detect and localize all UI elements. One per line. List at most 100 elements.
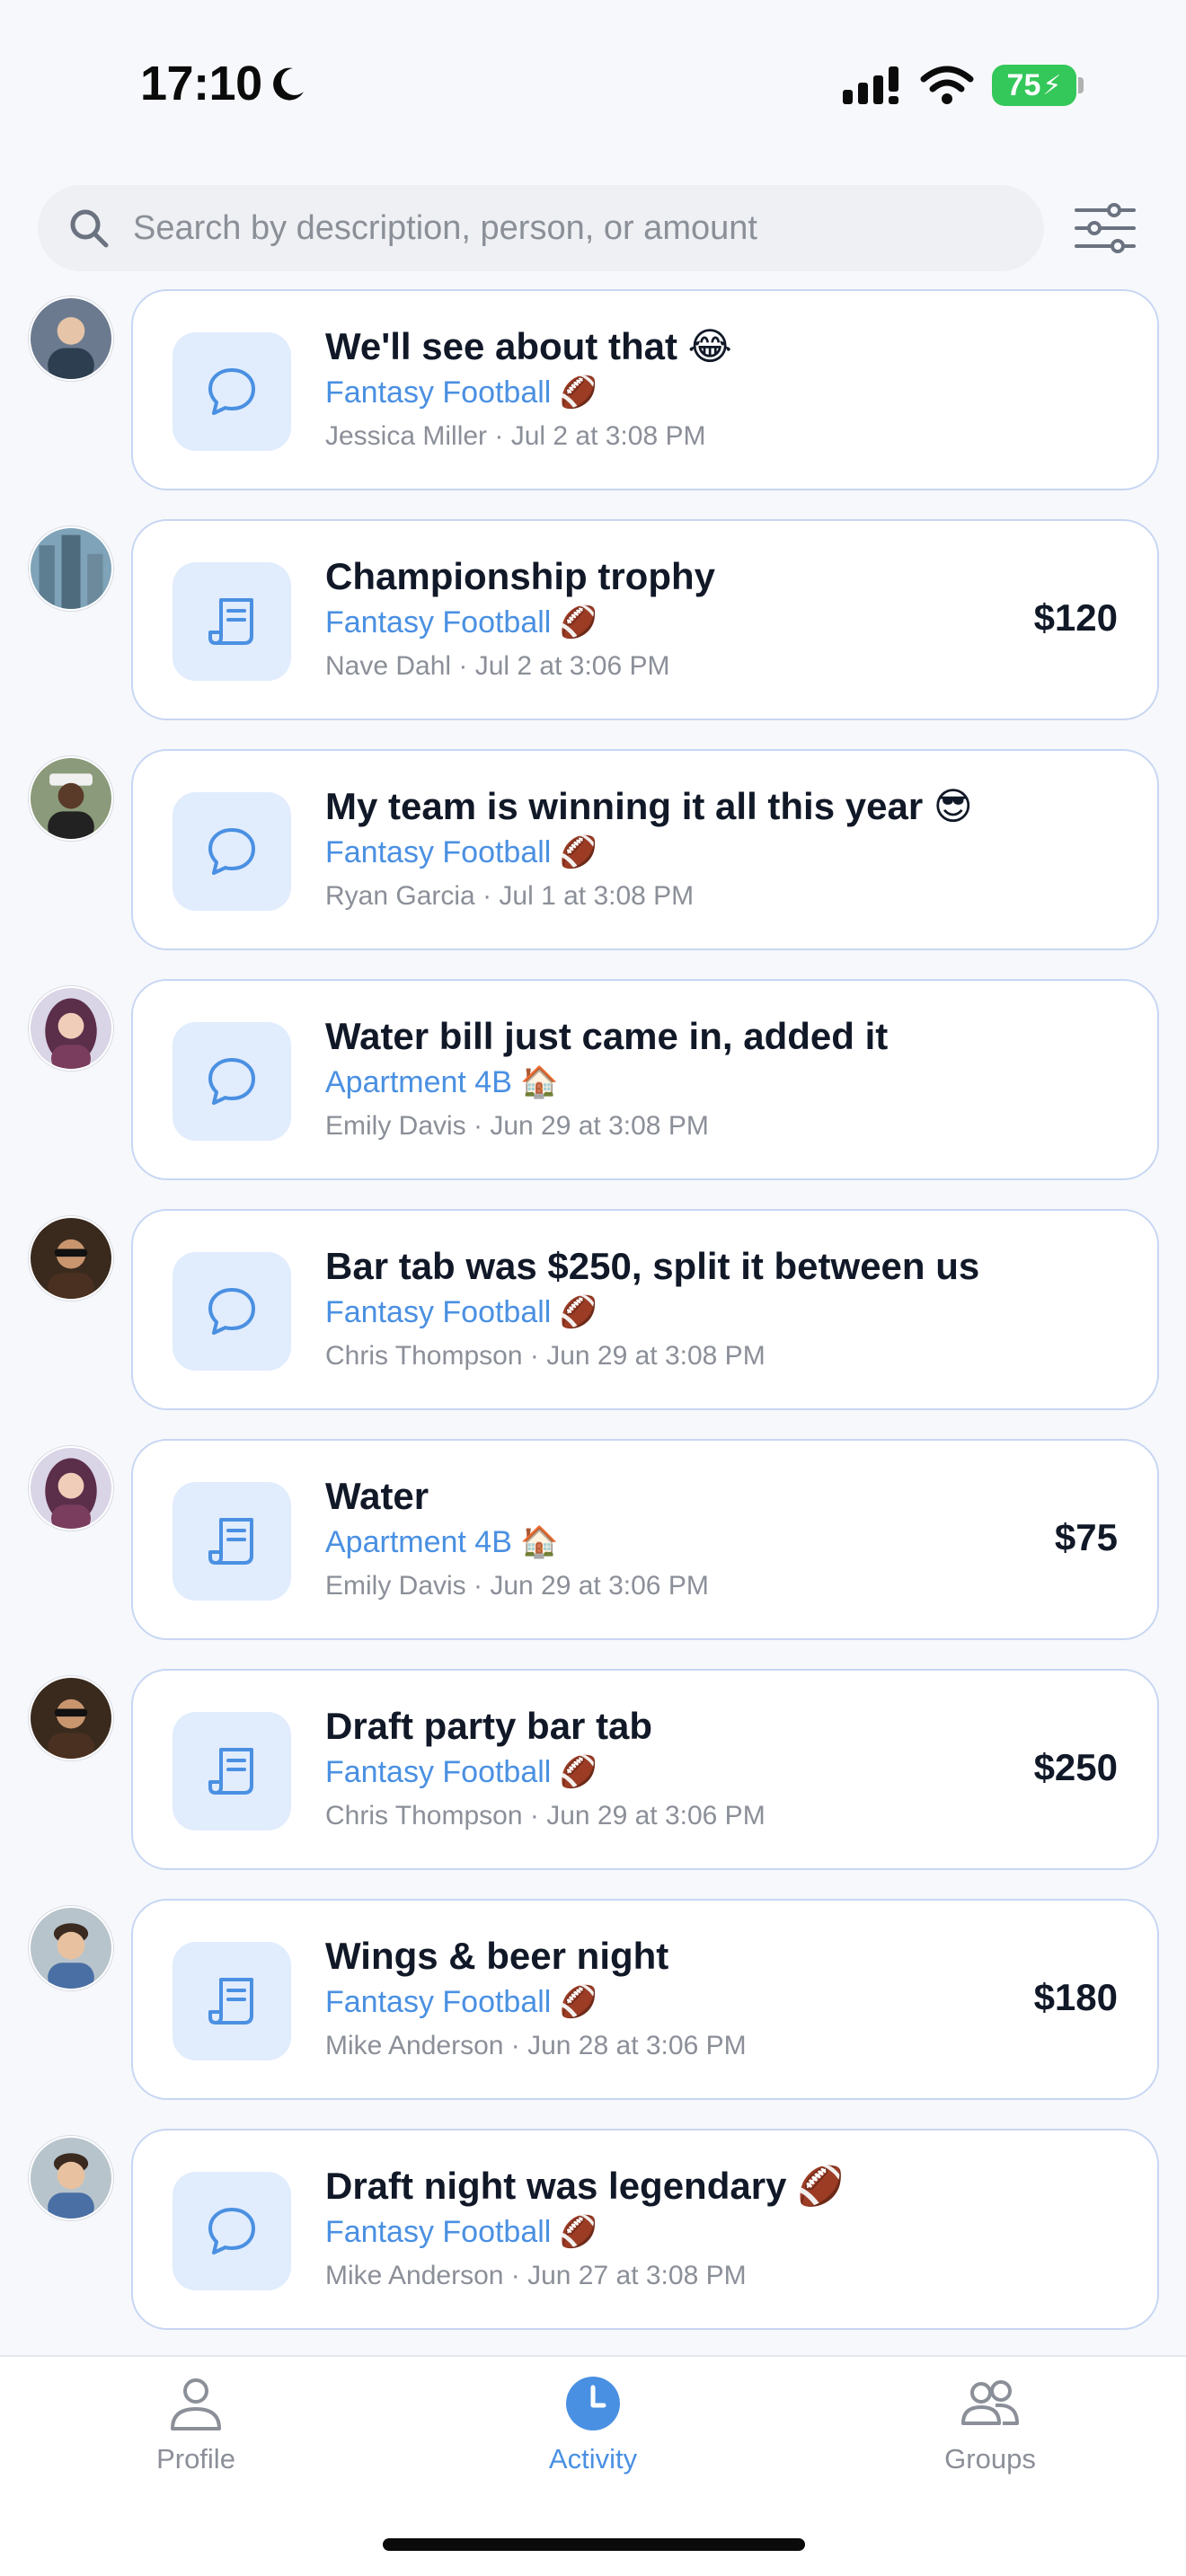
activity-type-icon-box xyxy=(173,2172,291,2290)
activity-row: Bar tab was $250, split it between us Fa… xyxy=(0,1209,1186,1439)
tab-label: Groups xyxy=(944,2443,1036,2475)
group-link[interactable]: Fantasy Football 🏈 xyxy=(325,2211,960,2253)
activity-type-icon-box xyxy=(173,1252,291,1371)
activity-meta: Chris Thompson · Jun 29 at 3:08 PM xyxy=(325,1341,766,1371)
activity-title: We'll see about that 😂 xyxy=(325,325,732,367)
avatar xyxy=(29,296,113,381)
chat-bubble-icon xyxy=(208,368,255,415)
activity-amount: $75 xyxy=(1054,1516,1118,1558)
moon-icon xyxy=(273,67,304,101)
activity-card[interactable]: Wings & beer night Fantasy Football 🏈 Mi… xyxy=(131,1899,1159,2100)
activity-card[interactable]: Water Apartment 4B 🏠 Emily Davis · Jun 2… xyxy=(131,1439,1159,1640)
battery-indicator: 75 ⚡ xyxy=(992,65,1076,106)
group-link[interactable]: Fantasy Football 🏈 xyxy=(325,1751,960,1793)
activity-title: Draft party bar tab xyxy=(325,1705,653,1747)
activity-title: My team is winning it all this year 😎 xyxy=(325,785,973,827)
battery-level: 75 xyxy=(1006,67,1041,102)
group-link[interactable]: Fantasy Football 🏈 xyxy=(325,1981,960,2023)
avatar xyxy=(29,526,113,611)
group-link[interactable]: Fantasy Football 🏈 xyxy=(325,1292,960,1333)
activity-type-icon-box xyxy=(173,1712,291,1831)
search-icon xyxy=(70,209,109,248)
activity-title: Bar tab was $250, split it between us xyxy=(325,1245,980,1287)
activity-type-icon-box xyxy=(173,1942,291,2060)
group-link[interactable]: Fantasy Football 🏈 xyxy=(325,372,960,413)
activity-meta: Nave Dahl · Jul 2 at 3:06 PM xyxy=(325,651,670,681)
battery-cap xyxy=(1078,77,1084,93)
activity-row: Draft party bar tab Fantasy Football 🏈 C… xyxy=(0,1669,1186,1899)
activity-title: Water xyxy=(325,1475,429,1517)
activity-card[interactable]: We'll see about that 😂 Fantasy Football … xyxy=(131,289,1159,490)
chat-bubble-icon xyxy=(208,828,255,875)
avatar xyxy=(29,2136,113,2220)
activity-card[interactable]: Bar tab was $250, split it between us Fa… xyxy=(131,1209,1159,1410)
activity-amount: $120 xyxy=(1033,596,1118,639)
activity-card[interactable]: Draft party bar tab Fantasy Football 🏈 C… xyxy=(131,1669,1159,1870)
group-link[interactable]: Fantasy Football 🏈 xyxy=(325,602,960,643)
people-icon xyxy=(961,2380,1019,2425)
activity-screen: 17:10 75 ⚡ Search by description, person… xyxy=(0,0,1186,2576)
activity-amount: $250 xyxy=(1033,1746,1118,1788)
search-input[interactable] xyxy=(133,208,1044,248)
tab-label: Profile xyxy=(156,2443,235,2475)
activity-card[interactable]: My team is winning it all this year 😎 Fa… xyxy=(131,749,1159,950)
activity-type-icon-box xyxy=(173,332,291,451)
activity-meta: Jessica Miller · Jul 2 at 3:08 PM xyxy=(325,421,706,451)
charging-bolt-icon: ⚡ xyxy=(1042,70,1062,101)
avatar xyxy=(29,986,113,1071)
activity-type-icon-box xyxy=(173,562,291,681)
activity-meta: Chris Thompson · Jun 29 at 3:06 PM xyxy=(325,1801,766,1831)
activity-meta: Mike Anderson · Jun 28 at 3:06 PM xyxy=(325,2031,747,2060)
receipt-icon xyxy=(208,598,253,645)
group-link[interactable]: Fantasy Football 🏈 xyxy=(325,832,960,873)
tab-label: Activity xyxy=(548,2443,638,2475)
tab-groups[interactable]: Groups xyxy=(891,2373,1089,2475)
receipt-icon xyxy=(208,1748,253,1795)
search-bar[interactable] xyxy=(38,185,1044,271)
signal-icon xyxy=(843,66,898,104)
tab-profile[interactable]: Profile xyxy=(97,2373,295,2475)
group-link[interactable]: Apartment 4B 🏠 xyxy=(325,1062,960,1103)
activity-type-icon-box xyxy=(173,1022,291,1141)
activity-row: Water Apartment 4B 🏠 Emily Davis · Jun 2… xyxy=(0,1439,1186,1669)
activity-type-icon-box xyxy=(173,792,291,911)
activity-type-icon-box xyxy=(173,1482,291,1601)
activity-amount: $180 xyxy=(1033,1976,1118,2018)
activity-row: Draft night was legendary 🏈 Fantasy Foot… xyxy=(0,2129,1186,2359)
chat-bubble-icon xyxy=(208,2208,255,2254)
avatar xyxy=(29,1906,113,1990)
filter-sliders-icon[interactable] xyxy=(1073,203,1137,253)
activity-feed: We'll see about that 😂 Fantasy Football … xyxy=(0,289,1186,2359)
activity-meta: Emily Davis · Jun 29 at 3:08 PM xyxy=(325,1111,709,1141)
receipt-icon xyxy=(208,1518,253,1565)
avatar xyxy=(29,1446,113,1531)
wifi-icon xyxy=(920,66,974,104)
activity-title: Water bill just came in, added it xyxy=(325,1015,889,1057)
activity-row: Water bill just came in, added it Apartm… xyxy=(0,979,1186,1209)
group-link[interactable]: Apartment 4B 🏠 xyxy=(325,1522,960,1563)
activity-title: Wings & beer night xyxy=(325,1935,669,1977)
home-indicator xyxy=(383,2538,805,2551)
activity-row: My team is winning it all this year 😎 Fa… xyxy=(0,749,1186,979)
chat-bubble-icon xyxy=(208,1288,255,1335)
status-time: 17:10 xyxy=(140,57,262,110)
clock-icon xyxy=(566,2377,620,2430)
activity-title: Draft night was legendary 🏈 xyxy=(325,2165,845,2207)
person-icon xyxy=(171,2378,221,2430)
tab-activity[interactable]: Activity xyxy=(494,2373,692,2475)
chat-bubble-icon xyxy=(208,1058,255,1105)
activity-meta: Mike Anderson · Jun 27 at 3:08 PM xyxy=(325,2261,747,2290)
avatar xyxy=(29,1676,113,1760)
activity-card[interactable]: Championship trophy Fantasy Football 🏈 N… xyxy=(131,519,1159,720)
activity-row: Wings & beer night Fantasy Football 🏈 Mi… xyxy=(0,1899,1186,2129)
status-bar: 17:10 75 ⚡ xyxy=(0,0,1186,171)
activity-card[interactable]: Draft night was legendary 🏈 Fantasy Foot… xyxy=(131,2129,1159,2330)
avatar xyxy=(29,756,113,841)
activity-row: Championship trophy Fantasy Football 🏈 N… xyxy=(0,519,1186,749)
receipt-icon xyxy=(208,1978,253,2025)
activity-card[interactable]: Water bill just came in, added it Apartm… xyxy=(131,979,1159,1180)
avatar xyxy=(29,1216,113,1301)
activity-meta: Ryan Garcia · Jul 1 at 3:08 PM xyxy=(325,881,695,911)
activity-row: We'll see about that 😂 Fantasy Football … xyxy=(0,289,1186,519)
activity-title: Championship trophy xyxy=(325,555,715,597)
